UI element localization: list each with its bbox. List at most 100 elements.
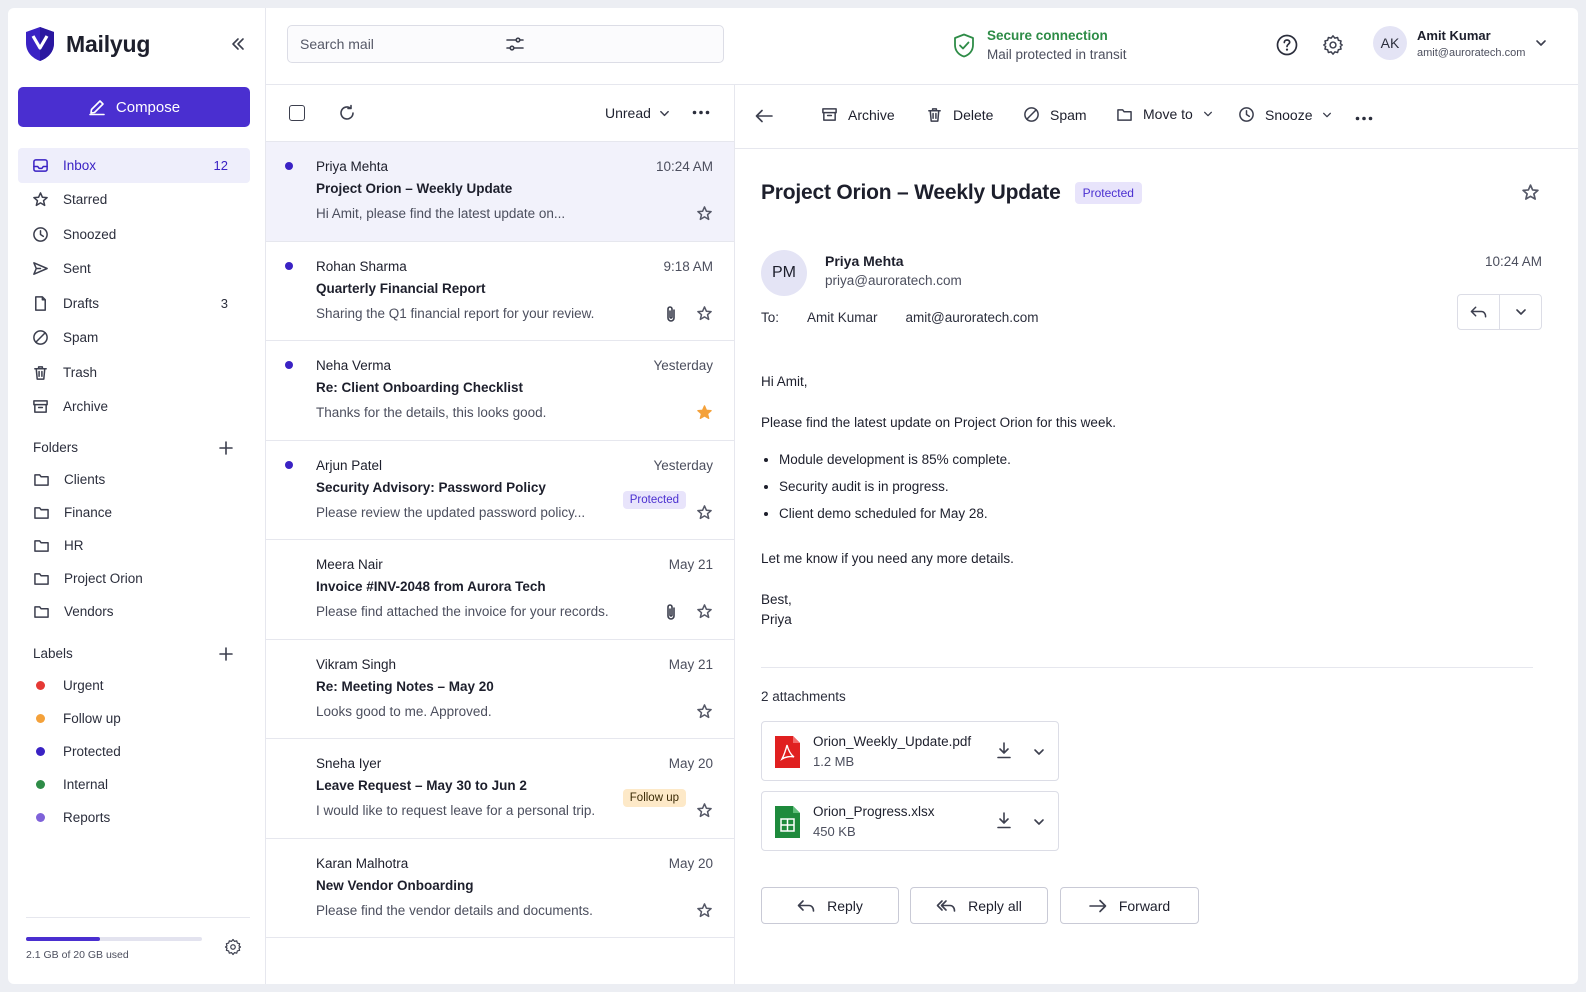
message-preview: Please review the updated password polic… bbox=[316, 504, 586, 520]
star-icon[interactable] bbox=[696, 703, 713, 720]
message-row[interactable]: Priya Mehta Project Orion – Weekly Update… bbox=[266, 142, 734, 242]
reply-icon[interactable] bbox=[1458, 295, 1500, 329]
label-item-internal[interactable]: Internal bbox=[18, 768, 250, 801]
user-name: Amit Kumar bbox=[1417, 27, 1491, 43]
collapse-sidebar-icon[interactable] bbox=[230, 36, 246, 52]
folder-item-hr[interactable]: HR bbox=[18, 529, 250, 562]
compose-button[interactable]: Compose bbox=[18, 87, 250, 127]
attachments-count: 2 attachments bbox=[761, 689, 846, 704]
delete-label: Delete bbox=[953, 106, 994, 123]
drafts-count: 3 bbox=[220, 295, 228, 311]
sidebar-item-label: Spam bbox=[63, 330, 99, 346]
search-filter-icon[interactable] bbox=[505, 36, 712, 52]
attachment-card[interactable]: Orion_Progress.xlsx 450 KB bbox=[761, 791, 1059, 851]
sidebar-item-inbox[interactable]: Inbox 12 bbox=[18, 148, 250, 183]
message-row[interactable]: Neha Verma Re: Client Onboarding Checklis… bbox=[266, 341, 734, 441]
label-item-follow-up[interactable]: Follow up bbox=[18, 702, 250, 735]
chevron-down-icon[interactable] bbox=[1033, 746, 1045, 758]
star-icon[interactable] bbox=[696, 205, 713, 222]
label-item-protected[interactable]: Protected bbox=[18, 735, 250, 768]
search-input[interactable]: Search mail bbox=[300, 36, 506, 52]
star-icon[interactable] bbox=[696, 305, 713, 322]
star-icon[interactable] bbox=[696, 404, 713, 421]
user-menu[interactable]: AK Amit Kumar amit@auroratech.com bbox=[1373, 26, 1547, 60]
snooze-dropdown[interactable]: Snooze bbox=[1238, 106, 1332, 123]
message-tag: Follow up bbox=[622, 789, 686, 807]
email-bullets: Module development is 85% complete. Secu… bbox=[779, 446, 1521, 527]
select-all-checkbox[interactable] bbox=[289, 105, 305, 121]
message-subject: Security Advisory: Password Policy bbox=[316, 479, 546, 495]
add-label-icon[interactable] bbox=[219, 646, 233, 661]
sidebar-item-sent[interactable]: Sent bbox=[18, 252, 250, 287]
sidebar-item-snoozed[interactable]: Snoozed bbox=[18, 217, 250, 252]
label-item-reports[interactable]: Reports bbox=[18, 801, 250, 834]
message-time: 10:24 AM bbox=[655, 159, 713, 174]
email-closing: Let me know if you need any more details… bbox=[761, 551, 1014, 566]
label-item-urgent[interactable]: Urgent bbox=[18, 669, 250, 702]
message-subject: Re: Meeting Notes – May 20 bbox=[316, 678, 494, 694]
add-folder-icon[interactable] bbox=[219, 440, 233, 455]
message-row[interactable]: Rohan Sharma Quarterly Financial Report Sh… bbox=[266, 242, 734, 341]
message-row[interactable]: Meera Nair Invoice #INV-2048 from Aurora … bbox=[266, 540, 734, 640]
message-time: Yesterday bbox=[653, 358, 713, 373]
folder-item-clients[interactable]: Clients bbox=[18, 463, 250, 496]
folder-item-project-orion[interactable]: Project Orion bbox=[18, 562, 250, 595]
list-item: Security audit is in progress. bbox=[779, 473, 1521, 500]
download-icon[interactable] bbox=[996, 742, 1012, 759]
label-name: Protected bbox=[63, 744, 121, 759]
message-time: Yesterday bbox=[653, 457, 713, 473]
folder-item-vendors[interactable]: Vendors bbox=[18, 595, 250, 628]
delete-button[interactable]: Delete bbox=[926, 106, 993, 123]
email-body: Hi Amit, Please find the latest update o… bbox=[761, 372, 1521, 630]
trash-icon bbox=[926, 106, 943, 123]
back-arrow-icon[interactable] bbox=[755, 109, 773, 123]
unread-filter-dropdown[interactable]: Unread bbox=[605, 105, 670, 121]
label-name: Urgent bbox=[63, 678, 104, 693]
more-options-icon[interactable] bbox=[692, 110, 710, 115]
message-time: May 20 bbox=[668, 756, 713, 771]
sidebar-item-starred[interactable]: Starred bbox=[18, 183, 250, 218]
attachment-card[interactable]: Orion_Weekly_Update.pdf 1.2 MB bbox=[761, 721, 1059, 781]
star-icon[interactable] bbox=[1521, 183, 1540, 202]
message-time: 9:18 AM bbox=[663, 258, 713, 274]
message-sender: Meera Nair bbox=[316, 557, 383, 572]
sidebar-item-trash[interactable]: Trash bbox=[18, 355, 250, 390]
message-row[interactable]: Vikram Singh Re: Meeting Notes – May 20 Lo… bbox=[266, 640, 734, 739]
message-row[interactable]: Sneha Iyer Leave Request – May 30 to Jun … bbox=[266, 739, 734, 839]
chevron-down-icon bbox=[1203, 109, 1213, 119]
folder-icon bbox=[1116, 107, 1133, 122]
spam-icon bbox=[1023, 106, 1040, 123]
help-icon[interactable] bbox=[1276, 34, 1298, 56]
more-options-icon[interactable] bbox=[1355, 116, 1373, 121]
search-bar[interactable]: Search mail bbox=[287, 25, 724, 63]
star-icon[interactable] bbox=[696, 802, 713, 819]
move-to-dropdown[interactable]: Move to bbox=[1116, 106, 1213, 122]
sidebar-item-archive[interactable]: Archive bbox=[18, 390, 250, 425]
star-icon[interactable] bbox=[696, 603, 713, 620]
sidebar-item-spam[interactable]: Spam bbox=[18, 321, 250, 356]
spam-button[interactable]: Spam bbox=[1023, 106, 1087, 123]
forward-button[interactable]: Forward bbox=[1060, 887, 1199, 924]
reply-all-button[interactable]: Reply all bbox=[910, 887, 1048, 924]
download-icon[interactable] bbox=[996, 812, 1012, 829]
chevron-down-icon[interactable] bbox=[1033, 816, 1045, 828]
chevron-down-icon[interactable] bbox=[1500, 295, 1541, 329]
refresh-icon[interactable] bbox=[338, 104, 356, 122]
message-tag: Protected bbox=[622, 490, 686, 509]
storage-settings-icon[interactable] bbox=[224, 938, 242, 956]
message-row[interactable]: Arjun Patel Security Advisory: Password P… bbox=[266, 441, 734, 540]
settings-gear-icon[interactable] bbox=[1322, 34, 1344, 56]
sender-avatar: PM bbox=[761, 250, 807, 296]
sidebar-item-drafts[interactable]: Drafts 3 bbox=[18, 286, 250, 321]
message-preview: Thanks for the details, this looks good. bbox=[316, 405, 547, 420]
archive-button[interactable]: Archive bbox=[821, 106, 895, 123]
folder-item-finance[interactable]: Finance bbox=[18, 496, 250, 529]
reply-button[interactable]: Reply bbox=[761, 887, 899, 924]
star-icon[interactable] bbox=[696, 504, 713, 521]
forward-label: Forward bbox=[1118, 897, 1171, 914]
message-row[interactable]: Karan Malhotra New Vendor Onboarding Pleas… bbox=[266, 839, 734, 938]
label-name: Internal bbox=[63, 777, 109, 792]
star-icon[interactable] bbox=[696, 902, 713, 919]
folder-icon bbox=[33, 538, 50, 553]
unread-count: 12 bbox=[213, 157, 228, 173]
